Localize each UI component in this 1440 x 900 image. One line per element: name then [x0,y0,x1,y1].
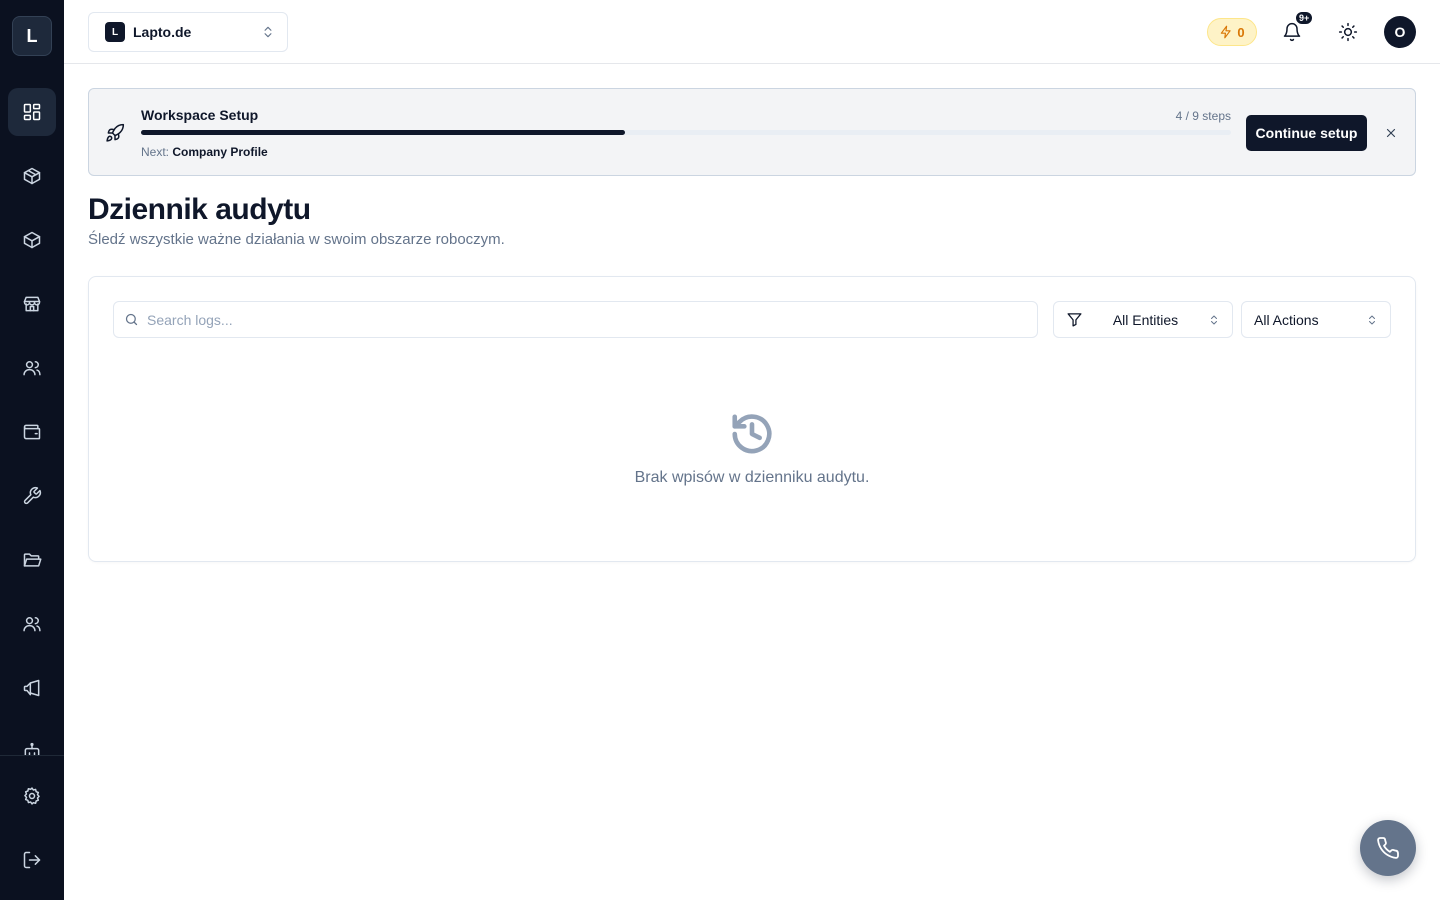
dashboard-icon [23,103,41,121]
phone-icon [1377,837,1399,859]
chevrons-up-down-icon [1366,314,1378,326]
workspace-badge: L [105,22,125,42]
team-icon [23,617,41,632]
credits-count: 0 [1237,24,1245,40]
search-icon [125,313,138,326]
call-support-button[interactable] [1360,820,1416,876]
entity-filter-select[interactable]: All Entities [1053,301,1233,338]
sidebar-item-settings[interactable] [8,772,56,820]
wallet-icon [23,424,41,440]
sidebar-item-files[interactable] [8,536,56,584]
sidebar-divider [0,755,64,756]
chevrons-up-down-icon [1208,314,1220,326]
bot-icon [24,742,40,755]
workspace-name: Lapto.de [133,24,192,40]
app-logo[interactable]: L [12,16,52,56]
page-subtitle: Śledź wszystkie ważne działania w swoim … [88,231,505,248]
setup-steps-count: 4 / 9 steps [1175,109,1231,123]
setup-next-step: Next: Company Profile [141,145,268,159]
sidebar-item-products[interactable] [8,152,56,200]
sidebar-item-team[interactable] [8,600,56,648]
sun-icon [1338,22,1358,42]
store-icon [23,296,41,312]
top-header: L Lapto.de 0 9+ O [64,0,1440,64]
dismiss-banner-button[interactable] [1381,123,1401,143]
entity-filter-value: All Entities [1112,311,1179,328]
audit-log-card: All Entities All Actions Brak wpisów w d… [88,276,1416,562]
search-input[interactable] [147,311,1027,328]
sidebar-nav [0,80,64,755]
next-step-name: Company Profile [172,145,268,159]
page-title: Dziennik audytu [88,193,311,226]
users-icon [23,361,41,376]
setup-progress-bar [141,130,1231,135]
action-filter-select[interactable]: All Actions [1241,301,1391,338]
sidebar-item-dashboard[interactable] [8,88,56,136]
history-icon [729,411,775,457]
close-icon [1386,128,1396,138]
setup-title: Workspace Setup [141,107,259,123]
notifications-button[interactable]: 9+ [1276,10,1315,48]
settings-icon [24,787,40,805]
sidebar-item-tools[interactable] [8,472,56,520]
package-icon [23,231,41,249]
workspace-switcher[interactable]: L Lapto.de [88,12,288,52]
sidebar-item-inventory[interactable] [8,216,56,264]
sidebar-item-marketing[interactable] [8,664,56,712]
next-label: Next: [141,145,170,159]
setup-progress-fill [141,130,625,135]
sidebar: L [0,0,64,900]
sidebar-item-stores[interactable] [8,280,56,328]
megaphone-icon [23,679,40,697]
credits-badge[interactable]: 0 [1207,18,1257,46]
sidebar-item-logout[interactable] [8,836,56,884]
notifications-badge: 9+ [1294,10,1315,26]
search-box[interactable] [113,301,1038,338]
rocket-icon [105,123,125,143]
action-filter-value: All Actions [1254,311,1319,328]
theme-toggle-button[interactable] [1332,16,1364,48]
empty-state-message: Brak wpisów w dzienniku audytu. [634,469,870,486]
workspace-setup-banner: Workspace Setup 4 / 9 steps Next: Compan… [88,88,1416,176]
sidebar-item-customers[interactable] [8,344,56,392]
sidebar-item-finance[interactable] [8,408,56,456]
continue-setup-button[interactable]: Continue setup [1246,115,1367,151]
wrench-icon [23,486,42,505]
folder-icon [23,553,42,567]
box-icon [23,167,41,185]
chevrons-up-down-icon [261,25,275,39]
filter-icon [1066,311,1083,328]
lightning-icon [1221,25,1232,39]
logout-icon [23,851,41,869]
sidebar-item-automation[interactable] [8,728,56,755]
user-avatar[interactable]: O [1384,16,1416,48]
